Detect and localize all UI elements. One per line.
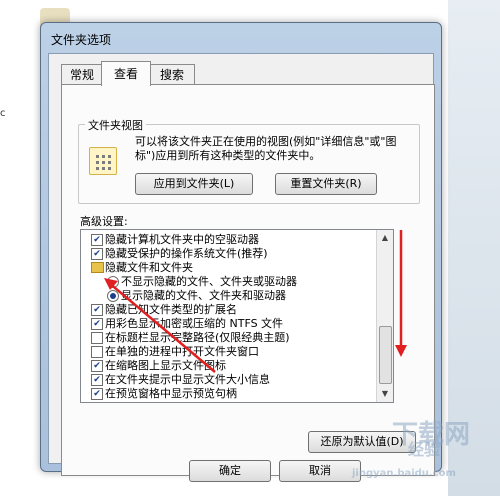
checkbox[interactable]: ✔ [91, 318, 103, 330]
dialog-client-area: 常规 查看 搜索 文件夹视图 可以将该文件夹正在使用的视图(例如"详细信息"或"… [48, 53, 435, 482]
folder-options-dialog: 文件夹选项 常规 查看 搜索 文件夹视图 可以将该文件夹正在使用的视图(例如"详… [40, 22, 442, 482]
radio-button[interactable] [107, 276, 119, 288]
watermark-extra: 经验 [408, 440, 441, 459]
checkbox[interactable]: ✔ [91, 374, 103, 386]
background-text: c [0, 108, 6, 119]
scrollbar-thumb[interactable] [379, 326, 392, 384]
checkbox[interactable]: ✔ [91, 248, 103, 260]
dialog-title: 文件夹选项 [51, 33, 112, 47]
watermark-url: jingyan.baidu.com [352, 468, 456, 479]
advanced-settings-list[interactable]: ✔ 隐藏计算机文件夹中的空驱动器 ✔ 隐藏受保护的操作系统文件(推荐) 隐藏文件… [80, 229, 394, 403]
folder-views-description: 可以将该文件夹正在使用的视图(例如"详细信息"或"图标")应用到所有这种类型的文… [135, 135, 397, 162]
radio-button[interactable] [107, 290, 119, 302]
view-tab-panel: 文件夹视图 可以将该文件夹正在使用的视图(例如"详细信息"或"图标")应用到所有… [61, 84, 435, 476]
checkbox[interactable] [91, 346, 103, 358]
folder-view-icon [89, 147, 117, 175]
checkbox[interactable]: ✔ [91, 234, 103, 246]
checkbox[interactable]: ✔ [91, 360, 103, 372]
advanced-settings-label: 高级设置: [80, 215, 128, 228]
reset-folders-button[interactable]: 重置文件夹(R) [275, 173, 377, 195]
scroll-up-arrow-icon[interactable]: ▲ [377, 230, 393, 246]
ok-button[interactable]: 确定 [189, 460, 271, 482]
folder-views-title: 文件夹视图 [85, 117, 146, 133]
apply-to-folders-button[interactable]: 应用到文件夹(L) [135, 173, 253, 195]
folder-icon [91, 262, 104, 273]
tab-search[interactable]: 搜索 [149, 64, 195, 85]
list-scrollbar[interactable]: ▲ ▼ [376, 230, 393, 402]
tab-general[interactable]: 常规 [61, 64, 103, 85]
checkbox[interactable]: ✔ [91, 304, 103, 316]
checkbox[interactable]: ✔ [91, 388, 103, 400]
cancel-button[interactable]: 取消 [279, 460, 361, 482]
folder-views-group: 文件夹视图 可以将该文件夹正在使用的视图(例如"详细信息"或"图标")应用到所有… [78, 117, 420, 204]
tab-view[interactable]: 查看 [101, 61, 151, 86]
checkbox[interactable] [91, 332, 103, 344]
scroll-down-arrow-icon[interactable]: ▼ [377, 386, 393, 402]
